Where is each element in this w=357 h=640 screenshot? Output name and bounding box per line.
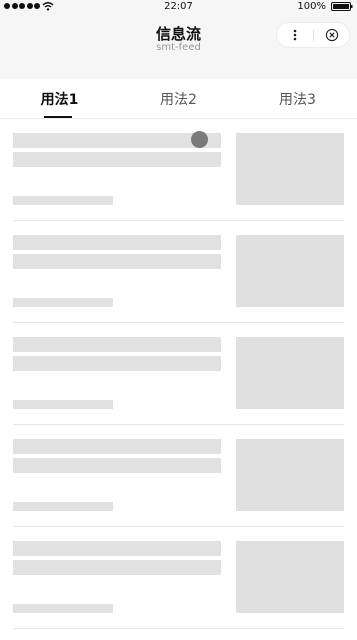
tab-label: 用法2 (160, 92, 197, 108)
close-circle-icon (325, 28, 339, 42)
skeleton-thumbnail (236, 439, 344, 511)
tab-usage-2[interactable]: 用法2 (119, 79, 238, 119)
skeleton-title-line (13, 560, 221, 575)
skeleton-thumbnail (236, 133, 344, 205)
skeleton-meta-line (13, 400, 113, 409)
mini-program-capsule (276, 22, 350, 48)
tab-usage-1[interactable]: 用法1 (0, 79, 119, 119)
more-icon (293, 29, 297, 41)
tab-usage-3[interactable]: 用法3 (238, 79, 357, 119)
tab-active-indicator (44, 116, 72, 118)
skeleton-title-line (13, 152, 221, 167)
skeleton-meta-line (13, 298, 113, 307)
skeleton-title-line (13, 254, 221, 269)
skeleton-title-line (13, 458, 221, 473)
nav-header: 信息流 smt-feed (0, 14, 357, 79)
skeleton-title-line (13, 541, 221, 556)
skeleton-title-line (13, 337, 221, 352)
feed-item-skeleton[interactable] (13, 425, 344, 527)
skeleton-title-line (13, 235, 221, 250)
skeleton-thumbnail (236, 541, 344, 613)
skeleton-title-line (13, 356, 221, 371)
feed-item-skeleton[interactable] (13, 221, 344, 323)
close-button[interactable] (314, 23, 350, 47)
skeleton-title-line (13, 133, 221, 148)
battery-icon (331, 2, 353, 11)
skeleton-thumbnail (236, 337, 344, 409)
more-button[interactable] (277, 23, 313, 47)
battery-percent: 100% (297, 1, 326, 12)
skeleton-thumbnail (236, 235, 344, 307)
app-screen: 22:07 100% 信息流 smt-feed 用法1 用法2 用法3 (0, 0, 357, 640)
feed-item-skeleton[interactable] (13, 323, 344, 425)
skeleton-title-line (13, 439, 221, 454)
feed-item-skeleton[interactable] (13, 119, 344, 221)
tab-label: 用法1 (40, 92, 79, 108)
tab-bar: 用法1 用法2 用法3 (0, 79, 357, 119)
skeleton-meta-line (13, 604, 113, 613)
skeleton-meta-line (13, 196, 113, 205)
feed-item-skeleton[interactable] (13, 527, 344, 629)
status-bar: 22:07 100% (0, 0, 357, 14)
skeleton-meta-line (13, 502, 113, 511)
tab-label: 用法3 (279, 92, 316, 108)
touch-pointer-indicator (191, 131, 208, 148)
